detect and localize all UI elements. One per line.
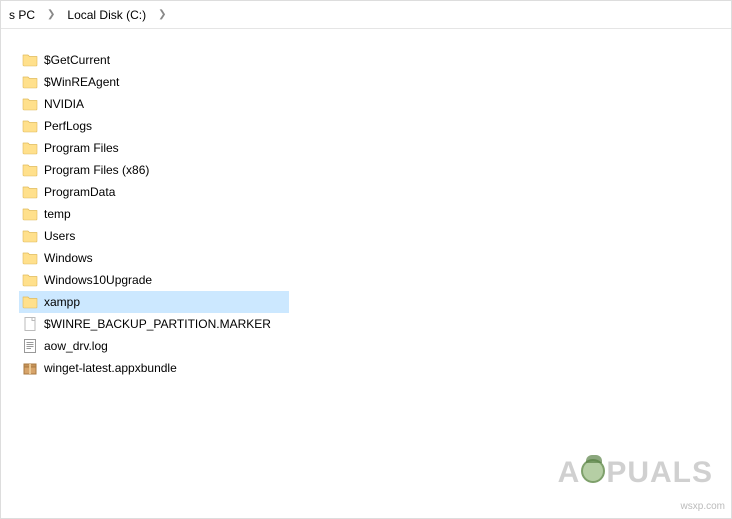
list-item[interactable]: xampp [19, 291, 289, 313]
watermark-text-left: A [558, 456, 581, 490]
folder-icon [22, 118, 38, 134]
chevron-right-icon: ❯ [43, 7, 59, 22]
item-name: NVIDIA [44, 97, 84, 111]
item-name: $GetCurrent [44, 53, 110, 67]
list-item[interactable]: Users [19, 225, 289, 247]
item-name: Windows10Upgrade [44, 273, 152, 287]
item-name: aow_drv.log [44, 339, 108, 353]
folder-icon [22, 96, 38, 112]
list-item[interactable]: Program Files (x86) [19, 159, 289, 181]
list-item[interactable]: Program Files [19, 137, 289, 159]
mascot-icon [581, 459, 605, 483]
item-name: xampp [44, 295, 80, 309]
item-name: Windows [44, 251, 93, 265]
list-item[interactable]: PerfLogs [19, 115, 289, 137]
bundle-icon [22, 360, 38, 376]
list-item[interactable]: temp [19, 203, 289, 225]
watermark-text-right: PUALS [606, 456, 713, 490]
folder-icon [22, 250, 38, 266]
item-name: Users [44, 229, 75, 243]
folder-icon [22, 162, 38, 178]
item-name: $WinREAgent [44, 75, 119, 89]
list-item[interactable]: Windows [19, 247, 289, 269]
folder-icon [22, 52, 38, 68]
folder-icon [22, 184, 38, 200]
breadcrumb[interactable]: s PC ❯ Local Disk (C:) ❯ [1, 1, 731, 29]
item-name: $WINRE_BACKUP_PARTITION.MARKER [44, 317, 271, 331]
folder-icon [22, 294, 38, 310]
item-name: Program Files [44, 141, 119, 155]
item-name: temp [44, 207, 71, 221]
item-name: PerfLogs [44, 119, 92, 133]
list-item[interactable]: aow_drv.log [19, 335, 289, 357]
list-item[interactable]: $GetCurrent [19, 49, 289, 71]
list-item[interactable]: $WinREAgent [19, 71, 289, 93]
list-item[interactable]: NVIDIA [19, 93, 289, 115]
watermark: A PUALS [558, 456, 713, 490]
item-name: Program Files (x86) [44, 163, 149, 177]
chevron-right-icon: ❯ [154, 7, 170, 22]
item-name: winget-latest.appxbundle [44, 361, 177, 375]
folder-icon [22, 140, 38, 156]
folder-icon [22, 228, 38, 244]
folder-icon [22, 272, 38, 288]
folder-icon [22, 206, 38, 222]
file-list[interactable]: $GetCurrent $WinREAgent NVIDIA PerfLogs Prog… [1, 29, 731, 387]
breadcrumb-current[interactable]: Local Disk (C:) [63, 6, 150, 24]
list-item[interactable]: winget-latest.appxbundle [19, 357, 289, 379]
list-item[interactable]: ProgramData [19, 181, 289, 203]
list-item[interactable]: Windows10Upgrade [19, 269, 289, 291]
list-item[interactable]: $WINRE_BACKUP_PARTITION.MARKER [19, 313, 289, 335]
folder-icon [22, 74, 38, 90]
file-icon [22, 316, 38, 332]
breadcrumb-parent[interactable]: s PC [5, 6, 39, 24]
site-credit: wsxp.com [681, 501, 725, 512]
text-icon [22, 338, 38, 354]
item-name: ProgramData [44, 185, 115, 199]
